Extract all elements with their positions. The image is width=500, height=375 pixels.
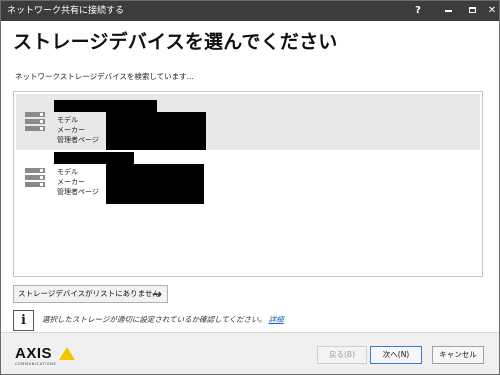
- logo-subtext: COMMUNICATIONS: [15, 362, 57, 366]
- model-label: モデル: [57, 168, 78, 176]
- info-message-text: 選択したストレージが適切に設定されているか確認してください。: [42, 315, 267, 324]
- info-message: 選択したストレージが適切に設定されているか確認してください。 詳細: [42, 314, 284, 325]
- admin-page-label: 管理者ページ: [57, 136, 99, 144]
- page-title: ストレージデバイスを選んでください: [13, 31, 338, 53]
- device-not-listed-label: ストレージデバイスがリストにありません: [18, 289, 160, 298]
- device-list-item[interactable]: モデル メーカー 管理者ページ: [16, 150, 480, 206]
- maker-label: メーカー: [57, 126, 85, 134]
- minimize-button[interactable]: [435, 1, 461, 21]
- server-icon: [25, 167, 47, 189]
- arrow-right-icon: →: [151, 287, 162, 301]
- close-icon: ✕: [487, 5, 497, 16]
- admin-page-label: 管理者ページ: [57, 188, 99, 196]
- server-icon: [25, 111, 47, 133]
- close-button[interactable]: ✕: [479, 1, 500, 21]
- device-not-listed-button[interactable]: ストレージデバイスがリストにありません →: [13, 285, 168, 303]
- redacted-device-name: [54, 152, 134, 164]
- model-label: モデル: [57, 116, 78, 124]
- logo-wordmark: AXIS: [15, 345, 53, 362]
- axis-logo: AXIS COMMUNICATIONS: [15, 345, 79, 369]
- maximize-icon: [468, 7, 476, 13]
- back-button[interactable]: 戻る(B): [317, 346, 367, 364]
- redacted-device-details: [106, 112, 206, 150]
- maker-label: メーカー: [57, 178, 85, 186]
- title-bar[interactable]: ネットワーク共有に接続する ? ✕: [1, 1, 499, 21]
- info-icon: i: [13, 310, 34, 331]
- details-link[interactable]: 詳細: [269, 315, 284, 324]
- window-title: ネットワーク共有に接続する: [7, 6, 125, 16]
- redacted-device-name: [54, 100, 157, 112]
- minimize-icon: [444, 10, 452, 12]
- device-list-item[interactable]: モデル メーカー 管理者ページ: [16, 94, 480, 150]
- device-list[interactable]: モデル メーカー 管理者ページ モデル メーカー 管理者ページ: [13, 91, 483, 277]
- search-status-text: ネットワークストレージデバイスを検索しています...: [15, 72, 194, 81]
- dialog-footer: AXIS COMMUNICATIONS 戻る(B) 次へ(N) キャンセル: [1, 332, 499, 374]
- help-button[interactable]: ?: [405, 1, 431, 21]
- redacted-device-details: [106, 164, 204, 204]
- cancel-button[interactable]: キャンセル: [432, 346, 484, 364]
- logo-triangle-icon: [59, 347, 75, 360]
- next-button[interactable]: 次へ(N): [370, 346, 422, 364]
- dialog-window: ネットワーク共有に接続する ? ✕ ストレージデバイスを選んでください ネットワ…: [0, 0, 500, 375]
